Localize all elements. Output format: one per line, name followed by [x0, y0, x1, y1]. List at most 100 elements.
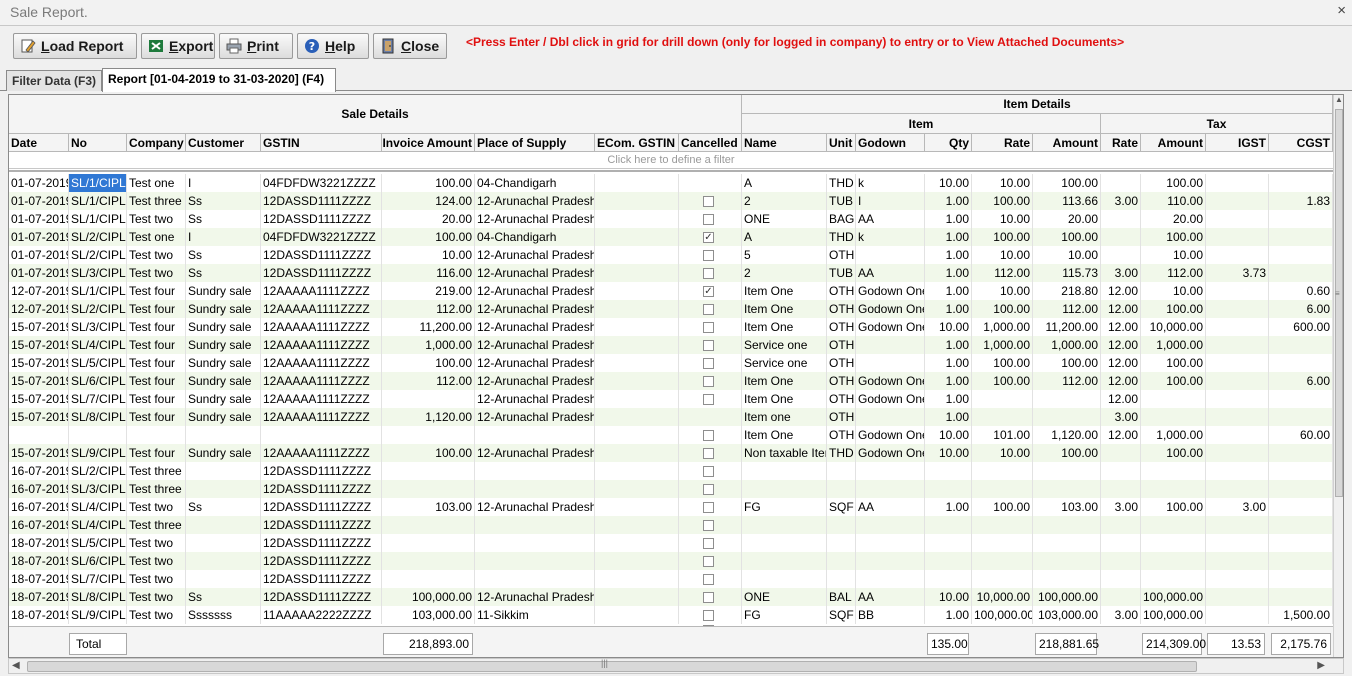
cell-cancelled[interactable]	[679, 516, 742, 534]
load-report-button[interactable]: Load Report	[13, 33, 137, 59]
tab-filter-data[interactable]: Filter Data (F3)	[6, 70, 102, 91]
column-header-ecom[interactable]: ECom. GSTIN	[595, 134, 679, 152]
cell-cancelled[interactable]	[679, 534, 742, 552]
report-grid[interactable]: Sale Details Item Details Item Tax Date N…	[8, 94, 1344, 658]
cell-cancelled[interactable]	[679, 210, 742, 228]
column-header-no[interactable]: No	[69, 134, 127, 152]
cell-cancelled[interactable]	[679, 462, 742, 480]
cell-cancelled[interactable]	[679, 426, 742, 444]
column-header-date[interactable]: Date	[9, 134, 69, 152]
checkbox[interactable]	[703, 466, 714, 477]
vertical-scroll-thumb[interactable]	[1335, 109, 1343, 497]
column-header-trate[interactable]: Rate	[1101, 134, 1141, 152]
table-row[interactable]: 01-07-2019 SL/1/CIPL Test two Ss 12DASSD1111…	[9, 210, 1333, 228]
checkbox[interactable]	[703, 196, 714, 207]
checkbox[interactable]	[703, 520, 714, 531]
column-header-qty[interactable]: Qty	[925, 134, 972, 152]
table-row[interactable]: 01-07-2019 SL/1/CIPL Test one I 04FDFDW3221Z…	[9, 174, 1333, 192]
cell-cancelled[interactable]	[679, 372, 742, 390]
table-row[interactable]: 16-07-2019 SL/4/CIPL Test three 12DASSD1111…	[9, 516, 1333, 534]
checkbox[interactable]	[703, 394, 714, 405]
table-row[interactable]: 18-07-2019 SL/6/CIPL Test two 12DASSD1111ZZ…	[9, 552, 1333, 570]
table-row[interactable]: 15-07-2019 SL/6/CIPL Test four Sundry sale 1…	[9, 372, 1333, 390]
checkbox[interactable]	[703, 376, 714, 387]
cell-cancelled[interactable]: ✓	[679, 228, 742, 246]
horizontal-scrollbar[interactable]: ◀ ||| ▶	[8, 658, 1344, 674]
table-row[interactable]: 01-07-2019 SL/2/CIPL Test one I 04FDFDW3221Z…	[9, 228, 1333, 246]
cell-cancelled[interactable]	[679, 480, 742, 498]
column-header-invoice[interactable]: Invoice Amount	[382, 134, 475, 152]
cell-cancelled[interactable]	[679, 408, 742, 426]
table-row[interactable]: 15-07-2019 SL/9/CIPL Test four Sundry sale 1…	[9, 444, 1333, 462]
checkbox[interactable]	[703, 268, 714, 279]
checkbox[interactable]	[703, 574, 714, 585]
table-row[interactable]: 01-07-2019 SL/1/CIPL Test three Ss 12DASSD11…	[9, 192, 1333, 210]
checkbox[interactable]	[703, 214, 714, 225]
column-header-cancelled[interactable]: Cancelled	[679, 134, 742, 152]
checkbox[interactable]	[703, 250, 714, 261]
column-header-customer[interactable]: Customer	[186, 134, 261, 152]
table-row[interactable]: 18-07-2019 SL/8/CIPL Test two Ss 12DASSD1111…	[9, 588, 1333, 606]
filter-row[interactable]: Click here to define a filter	[9, 152, 1333, 169]
table-row[interactable]: 16-07-2019 SL/4/CIPL Test two Ss 12DASSD1111…	[9, 498, 1333, 516]
vertical-scrollbar[interactable]: ▲ ≡	[1333, 95, 1343, 657]
checkbox-checked[interactable]: ✓	[703, 286, 714, 297]
checkbox[interactable]	[703, 322, 714, 333]
cell-cancelled[interactable]	[679, 174, 742, 192]
column-header-igst[interactable]: IGST	[1206, 134, 1269, 152]
cell-cancelled[interactable]	[679, 246, 742, 264]
close-button[interactable]: Close	[373, 33, 447, 59]
scroll-up-icon[interactable]: ▲	[1335, 95, 1343, 104]
checkbox-checked[interactable]: ✓	[703, 232, 714, 243]
table-row[interactable]: 01-07-2019 SL/2/CIPL Test two Ss 12DASSD1111…	[9, 246, 1333, 264]
cell-cancelled[interactable]	[679, 552, 742, 570]
tab-report[interactable]: Report [01-04-2019 to 31-03-2020] (F4)	[102, 68, 336, 92]
column-header-amount[interactable]: Amount	[1033, 134, 1101, 152]
scroll-left-icon[interactable]: ◀	[12, 660, 20, 671]
column-header-rate[interactable]: Rate	[972, 134, 1033, 152]
cell-cancelled[interactable]	[679, 444, 742, 462]
checkbox[interactable]	[703, 340, 714, 351]
column-header-tamount[interactable]: Amount	[1141, 134, 1206, 152]
checkbox[interactable]	[703, 358, 714, 369]
table-row[interactable]: 15-07-2019 SL/5/CIPL Test four Sundry sale 1…	[9, 354, 1333, 372]
close-icon[interactable]: ×	[1337, 2, 1346, 19]
table-row[interactable]: 01-07-2019 SL/3/CIPL Test two Ss 12DASSD1111…	[9, 264, 1333, 282]
column-header-gstin[interactable]: GSTIN	[261, 134, 382, 152]
checkbox[interactable]	[703, 592, 714, 603]
table-row[interactable]: 15-07-2019 SL/8/CIPL Test four Sundry sale 1…	[9, 408, 1333, 426]
checkbox[interactable]	[703, 538, 714, 549]
cell-cancelled[interactable]	[679, 570, 742, 588]
cell-cancelled[interactable]: ✓	[679, 282, 742, 300]
table-row[interactable]: 18-07-2019 SL/9/CIPL Test two Sssssss 11AAAA…	[9, 606, 1333, 624]
scroll-right-icon[interactable]: ▶	[1317, 660, 1325, 671]
cell-cancelled[interactable]	[679, 354, 742, 372]
table-row[interactable]: 16-07-2019 SL/2/CIPL Test three 12DASSD1111…	[9, 462, 1333, 480]
table-row[interactable]: 15-07-2019 SL/7/CIPL Test four Sundry sale 1…	[9, 390, 1333, 408]
export-button[interactable]: Export	[141, 33, 215, 59]
column-header-name[interactable]: Name	[742, 134, 827, 152]
cell-cancelled[interactable]	[679, 192, 742, 210]
column-header-company[interactable]: Company	[127, 134, 186, 152]
cell-cancelled[interactable]	[679, 318, 742, 336]
table-row[interactable]: 18-07-2019 SL/5/CIPL Test two 12DASSD1111ZZ…	[9, 534, 1333, 552]
cell-cancelled[interactable]	[679, 498, 742, 516]
cell-cancelled[interactable]	[679, 300, 742, 318]
column-header-unit[interactable]: Unit	[827, 134, 856, 152]
table-row[interactable]: 15-07-2019 SL/3/CIPL Test four Sundry sale 1…	[9, 318, 1333, 336]
cell-cancelled[interactable]	[679, 390, 742, 408]
checkbox[interactable]	[703, 430, 714, 441]
cell-cancelled[interactable]	[679, 606, 742, 624]
column-header-cgst[interactable]: CGST	[1269, 134, 1333, 152]
table-row[interactable]: 16-07-2019 SL/3/CIPL Test three 12DASSD1111…	[9, 480, 1333, 498]
checkbox[interactable]	[703, 556, 714, 567]
table-row[interactable]: 15-07-2019 SL/4/CIPL Test four Sundry sale 1…	[9, 336, 1333, 354]
table-row[interactable]: 12-07-2019 SL/1/CIPL Test four Sundry sale 1…	[9, 282, 1333, 300]
table-row[interactable]: Item One OTH Godown One 10.00 101.00 1,120.00…	[9, 426, 1333, 444]
checkbox[interactable]	[703, 502, 714, 513]
cell-cancelled[interactable]	[679, 264, 742, 282]
column-header-godown[interactable]: Godown	[856, 134, 925, 152]
column-header-place[interactable]: Place of Supply	[475, 134, 595, 152]
cell-cancelled[interactable]	[679, 588, 742, 606]
print-button[interactable]: Print	[219, 33, 293, 59]
